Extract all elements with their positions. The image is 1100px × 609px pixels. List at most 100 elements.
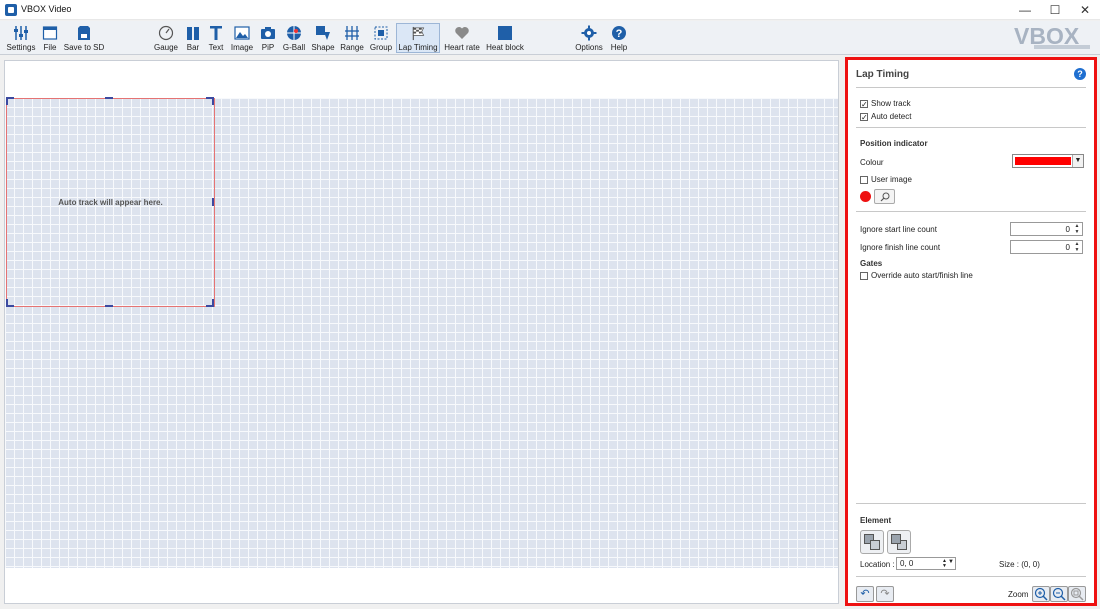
file-button[interactable]: File — [41, 23, 59, 53]
bring-forward-button[interactable] — [887, 530, 911, 554]
heat-block-icon — [498, 26, 512, 40]
position-indicator-preview — [860, 191, 871, 202]
range-button[interactable]: Range — [339, 23, 365, 53]
svg-text:?: ? — [616, 28, 623, 40]
zoom-out-button[interactable] — [1050, 586, 1068, 602]
show-track-label: Show track — [871, 99, 911, 108]
help-label: Help — [610, 43, 628, 52]
range-label: Range — [340, 43, 364, 52]
heart-rate-button[interactable]: Heart rate — [443, 23, 481, 53]
spinner-arrows-icon[interactable]: ▲ ▼ — [1072, 241, 1082, 253]
close-button[interactable]: ✕ — [1070, 0, 1100, 20]
group-icon — [374, 26, 388, 40]
vbox-logo-subtitle — [1034, 45, 1090, 49]
pip-button[interactable]: PiP — [258, 23, 278, 53]
auto-track-placeholder: Auto track will appear here. — [58, 198, 163, 207]
user-image-checkbox[interactable]: User image — [860, 175, 912, 184]
gates-heading: Gates — [860, 259, 883, 268]
redo-button[interactable]: ↷ — [876, 586, 894, 602]
colour-dropdown[interactable]: ▼ — [1012, 154, 1084, 168]
show-track-checkbox[interactable]: ✓ Show track — [860, 99, 911, 108]
undo-icon: ↶ — [860, 588, 870, 600]
canvas-area[interactable]: Auto track will appear here. — [4, 60, 839, 604]
resize-handle[interactable] — [212, 198, 214, 206]
title-bar: VBOX Video — ☐ ✕ — [0, 0, 1100, 20]
undo-button[interactable]: ↶ — [856, 586, 874, 602]
gear-icon — [581, 25, 597, 41]
shape-button[interactable]: Shape — [310, 23, 336, 53]
ignore-start-spinner[interactable]: 0 ▲ ▼ — [1010, 222, 1083, 236]
zoom-in-button[interactable] — [1032, 586, 1050, 602]
panel-help-icon[interactable]: ? — [1074, 68, 1086, 80]
g-ball-button[interactable]: G-Ball — [282, 23, 306, 53]
resize-handle[interactable] — [212, 299, 214, 307]
divider — [856, 211, 1086, 212]
location-label: Location : — [860, 560, 895, 569]
ignore-finish-spinner[interactable]: 0 ▲ ▼ — [1010, 240, 1083, 254]
app-icon — [5, 4, 17, 16]
spinner-arrows-icon[interactable]: ▲ ▼ — [1072, 223, 1082, 235]
location-input[interactable]: 0, 0 ▲ ▼ ▼ — [896, 557, 956, 570]
heat-block-button[interactable]: Heat block — [485, 23, 525, 53]
gauge-icon — [158, 25, 174, 41]
bar-button[interactable]: Bar — [184, 23, 202, 53]
divider — [856, 503, 1086, 504]
ignore-start-label: Ignore start line count — [860, 225, 937, 234]
browse-image-button[interactable] — [874, 189, 895, 204]
send-backward-button[interactable] — [860, 530, 884, 554]
resize-handle[interactable] — [105, 305, 113, 307]
zoom-out-icon — [1052, 587, 1066, 601]
zoom-in-icon — [1034, 587, 1048, 601]
ignore-finish-value: 0 — [1065, 243, 1070, 252]
colour-swatch — [1015, 157, 1071, 165]
bar-label: Bar — [186, 43, 200, 52]
image-button[interactable]: Image — [230, 23, 254, 53]
help-button[interactable]: ? Help — [608, 23, 630, 53]
divider — [856, 576, 1086, 577]
resize-handle[interactable] — [6, 299, 8, 307]
resize-handle[interactable] — [6, 97, 8, 105]
lap-timing-panel: Lap Timing ? ✓ Show track ✓ Auto detect … — [845, 57, 1097, 606]
checkbox-unchecked-icon — [860, 271, 868, 280]
toolbar: Settings File Save to SD Gauge Bar Text — [0, 21, 1100, 55]
help-icon: ? — [612, 26, 626, 40]
text-button[interactable]: Text — [206, 23, 226, 53]
zoom-fit-button[interactable] — [1068, 586, 1086, 602]
auto-detect-label: Auto detect — [871, 112, 912, 121]
chevron-down-icon[interactable]: ▼ — [948, 559, 954, 565]
divider — [856, 87, 1086, 88]
auto-detect-checkbox[interactable]: ✓ Auto detect — [860, 112, 911, 121]
g-ball-icon — [287, 26, 301, 40]
chevron-down-icon: ▼ — [1072, 155, 1083, 167]
group-button[interactable]: Group — [368, 23, 394, 53]
resize-handle[interactable] — [212, 97, 214, 105]
settings-sliders-icon — [14, 26, 28, 40]
ignore-start-value: 0 — [1065, 225, 1070, 234]
divider — [856, 127, 1086, 128]
group-label: Group — [369, 43, 393, 52]
override-gates-checkbox[interactable]: Override auto start/finish line — [860, 271, 973, 280]
lap-timing-button[interactable]: Lap Timing — [396, 23, 440, 53]
gauge-label: Gauge — [153, 43, 179, 52]
options-button[interactable]: Options — [574, 23, 604, 53]
text-label: Text — [208, 43, 224, 52]
position-indicator-heading: Position indicator — [860, 139, 928, 148]
range-icon — [345, 26, 359, 40]
checkbox-checked-icon: ✓ — [860, 99, 868, 109]
auto-track-element[interactable]: Auto track will appear here. — [6, 98, 215, 307]
resize-handle[interactable] — [105, 97, 113, 99]
file-icon — [42, 26, 58, 40]
panel-title: Lap Timing — [856, 69, 910, 80]
spinner-arrows-icon[interactable]: ▲ ▼ — [942, 559, 947, 569]
magnifier-icon — [880, 192, 889, 202]
settings-button[interactable]: Settings — [5, 23, 37, 53]
sd-card-icon — [78, 26, 90, 40]
maximize-button[interactable]: ☐ — [1040, 0, 1070, 20]
colour-label: Colour — [860, 158, 884, 167]
save-to-sd-button[interactable]: Save to SD — [64, 23, 104, 53]
file-label: File — [43, 43, 57, 52]
settings-label: Settings — [6, 43, 36, 52]
gauge-button[interactable]: Gauge — [154, 23, 178, 53]
minimize-button[interactable]: — — [1010, 0, 1040, 20]
g-ball-label: G-Ball — [282, 43, 306, 52]
